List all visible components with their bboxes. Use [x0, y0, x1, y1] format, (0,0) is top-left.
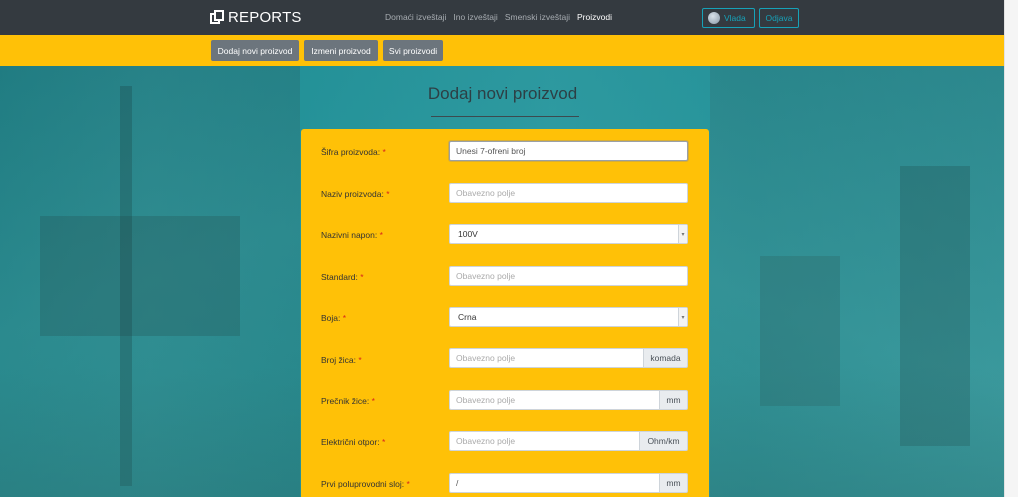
copy-icon: [210, 10, 224, 24]
top-navbar: REPORTS Domaći izveštaji Ino izveštaji S…: [0, 0, 1004, 35]
wire-count-label: Broj žica: *: [321, 355, 362, 365]
main-nav: Domaći izveštaji Ino izveštaji Smenski i…: [385, 12, 612, 22]
chevron-down-icon: ▾: [678, 225, 687, 243]
edit-product-button[interactable]: Izmeni proizvod: [304, 40, 378, 61]
title-underline: [431, 116, 579, 117]
products-subnav: Dodaj novi proizvod Izmeni proizvod Svi …: [0, 35, 1004, 66]
standard-label: Standard: *: [321, 272, 364, 282]
nominal-voltage-value: 100V: [458, 229, 478, 239]
nominal-voltage-select[interactable]: 100V ▾: [449, 224, 688, 244]
first-semiconductive-layer-input[interactable]: /: [449, 473, 660, 493]
brand-link[interactable]: REPORTS: [210, 7, 302, 27]
nav-link-ino-izvestaji[interactable]: Ino izveštaji: [453, 12, 497, 22]
form-title: Dodaj novi proizvod: [427, 84, 578, 103]
first-semiconductive-layer-label: Prvi poluprovodni sloj: *: [321, 479, 410, 489]
user-label: Vlada: [724, 13, 746, 23]
product-code-input[interactable]: Unesi 7-ofreni broj: [449, 141, 688, 161]
electrical-resistance-unit: Ohm/km: [640, 431, 688, 451]
electrical-resistance-group: Obavezno polje Ohm/km: [449, 431, 688, 451]
color-value: Crna: [458, 312, 477, 322]
nav-link-smenski-izvestaji[interactable]: Smenski izveštaji: [505, 12, 570, 22]
product-name-input[interactable]: Obavezno polje: [449, 183, 688, 203]
wire-count-unit: komada: [644, 348, 688, 368]
nav-link-domaci-izvestaji[interactable]: Domaći izveštaji: [385, 12, 446, 22]
user-button[interactable]: Vlada: [702, 8, 755, 28]
avatar-icon: [708, 12, 720, 24]
wire-count-input[interactable]: Obavezno polje: [449, 348, 644, 368]
electrical-resistance-input[interactable]: Obavezno polje: [449, 431, 640, 451]
first-semiconductive-layer-group: / mm: [449, 473, 688, 493]
nominal-voltage-label: Nazivni napon: *: [321, 230, 383, 240]
color-label: Boja: *: [321, 313, 347, 323]
add-product-button[interactable]: Dodaj novi proizvod: [211, 40, 299, 61]
product-name-label: Naziv proizvoda: *: [321, 189, 390, 199]
all-products-button[interactable]: Svi proizvodi: [383, 40, 443, 61]
wire-diameter-group: Obavezno polje mm: [449, 390, 688, 410]
logout-button[interactable]: Odjava: [759, 8, 799, 28]
page-scrollbar[interactable]: [1004, 0, 1018, 497]
wire-diameter-unit: mm: [660, 390, 688, 410]
nav-link-proizvodi[interactable]: Proizvodi: [577, 12, 612, 22]
product-code-label: Šifra proizvoda: *: [321, 147, 386, 157]
wire-diameter-input[interactable]: Obavezno polje: [449, 390, 660, 410]
electrical-resistance-label: Električni otpor: *: [321, 437, 386, 447]
brand-label: REPORTS: [228, 8, 302, 26]
wire-count-group: Obavezno polje komada: [449, 348, 688, 368]
wire-diameter-label: Prečnik žice: *: [321, 396, 375, 406]
color-select[interactable]: Crna ▾: [449, 307, 688, 327]
chevron-down-icon: ▾: [678, 308, 687, 326]
first-semiconductive-layer-unit: mm: [660, 473, 688, 493]
standard-input[interactable]: Obavezno polje: [449, 266, 688, 286]
